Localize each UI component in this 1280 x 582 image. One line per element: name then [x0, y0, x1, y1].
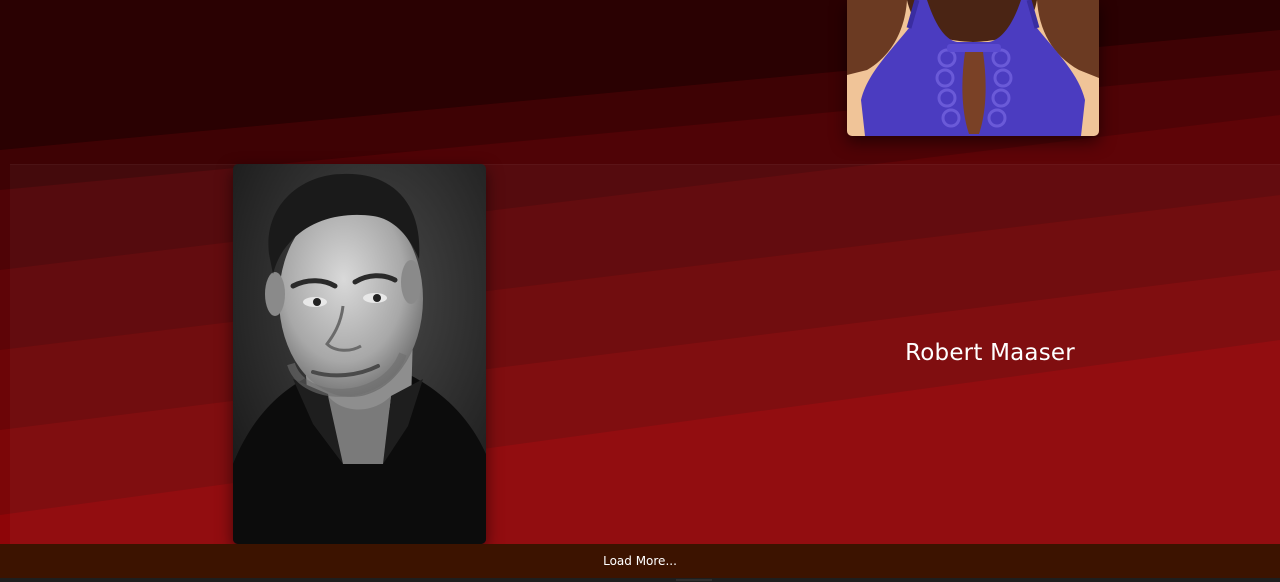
performer-photo-image [233, 164, 486, 544]
performer-photo-image [847, 0, 1099, 136]
performer-card-photo[interactable] [233, 164, 486, 544]
bottom-edge [0, 578, 1280, 582]
performer-name[interactable]: Robert Maaser [860, 340, 1120, 366]
load-more-button[interactable]: Load More... [0, 544, 1280, 578]
gallery-page: Robert Maaser Load More... [0, 0, 1280, 582]
scroll-indicator [676, 579, 712, 581]
performer-card-photo[interactable] [847, 0, 1099, 136]
